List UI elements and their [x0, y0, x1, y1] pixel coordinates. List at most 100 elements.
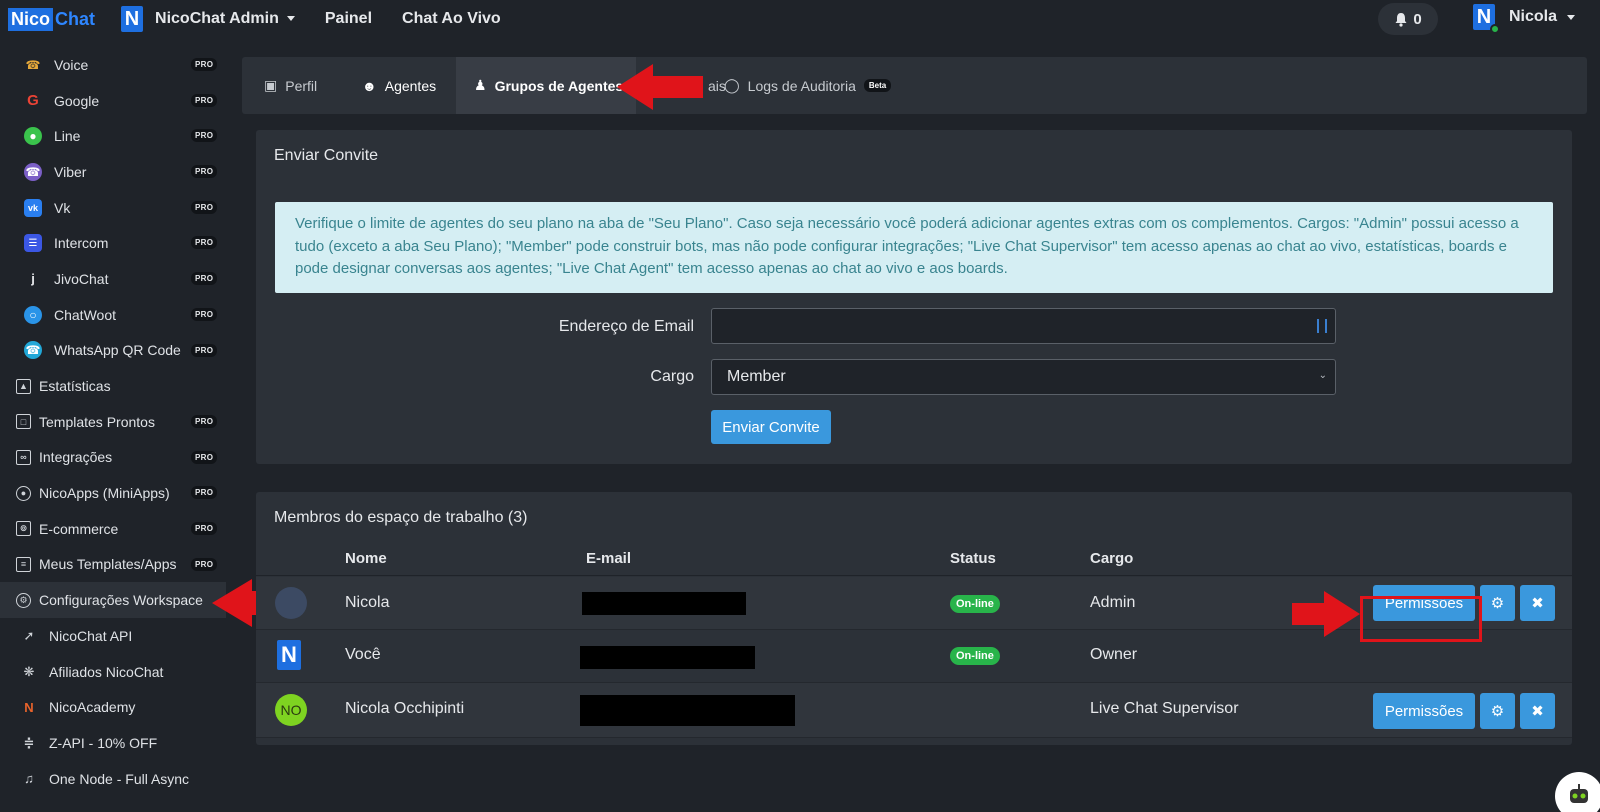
- email-field[interactable]: [711, 308, 1336, 344]
- sidebar-item-jivochat[interactable]: j JivoChat PRO: [0, 261, 228, 297]
- pro-badge: PRO: [191, 557, 218, 571]
- sidebar-item-nicochat-api[interactable]: ➚ NicoChat API: [0, 618, 228, 654]
- cart-icon: ⊚: [16, 521, 31, 537]
- sidebar-item-zapi[interactable]: ≑ Z-API - 10% OFF: [0, 725, 228, 761]
- viber-icon: ☎: [24, 162, 42, 181]
- sidebar-item-nicoapps[interactable]: ● NicoApps (MiniApps) PRO: [0, 475, 228, 511]
- nav-chat-ao-vivo[interactable]: Chat Ao Vivo: [402, 10, 501, 28]
- vk-icon: vk: [24, 198, 42, 217]
- close-icon: ✖: [1531, 703, 1544, 720]
- pro-badge: PRO: [191, 200, 218, 214]
- sidebar-item-label: Line: [54, 128, 81, 145]
- sidebar-item-chatwoot[interactable]: ○ ChatWoot PRO: [0, 297, 228, 333]
- sidebar-item-ecommerce[interactable]: ⊚ E-commerce PRO: [0, 511, 228, 547]
- google-icon: G: [27, 92, 39, 110]
- logo-part1: Nico: [8, 7, 54, 31]
- notifications-count: 0: [1413, 10, 1422, 28]
- user-icon: ●: [16, 485, 31, 501]
- sidebar-item-one-node[interactable]: ♫ One Node - Full Async: [0, 761, 228, 797]
- permissions-button[interactable]: Permissões: [1373, 693, 1475, 729]
- table-row: NO Nicola Occhipinti Live Chat Superviso…: [256, 683, 1572, 738]
- sidebar-item-label: Integrações: [39, 449, 113, 466]
- beta-badge: Beta: [863, 79, 892, 92]
- invite-panel: Enviar Convite Verifique o limite de age…: [256, 130, 1572, 464]
- status-badge: On-line: [950, 647, 1000, 665]
- chevron-down-icon: [1567, 14, 1576, 20]
- user-menu[interactable]: N Nicola: [1473, 4, 1576, 34]
- sidebar-item-label: ChatWoot: [54, 306, 116, 323]
- sidebar-item-intercom[interactable]: ☰ Intercom PRO: [0, 225, 228, 261]
- invite-title: Enviar Convite: [274, 147, 379, 164]
- members-title: Membros do espaço de trabalho (3): [274, 509, 528, 526]
- close-icon: ✖: [1531, 595, 1544, 612]
- sidebar-item-afiliados[interactable]: ❋ Afiliados NicoChat: [0, 654, 228, 690]
- whatsapp-icon: ☎: [24, 341, 42, 360]
- sidebar-item-google[interactable]: G Google PRO: [0, 83, 228, 119]
- workspace-switcher[interactable]: NicoChat Admin: [155, 10, 295, 28]
- remove-member-button[interactable]: ✖: [1520, 693, 1555, 729]
- sidebar-item-whatsapp-qr[interactable]: ☎ WhatsApp QR Code PRO: [0, 333, 228, 369]
- pro-badge: PRO: [191, 307, 218, 321]
- tab-grupos-de-agentes[interactable]: ♟ Grupos de Agentes: [456, 57, 636, 114]
- sidebar-item-integracoes[interactable]: ∞ Integrações PRO: [0, 440, 228, 476]
- settings-tabs: ▣ Perfil ☻ Agentes ♟ Grupos de Agentes ais …: [242, 57, 1587, 114]
- chatbot-widget-button[interactable]: [1555, 772, 1600, 812]
- sidebar-item-line[interactable]: ● Line PRO: [0, 118, 228, 154]
- sidebar-item-nicoacademy[interactable]: N NicoAcademy: [0, 689, 228, 725]
- member-role: Live Chat Supervisor: [1090, 700, 1239, 717]
- tab-perfil[interactable]: ▣ Perfil: [242, 57, 342, 114]
- sidebar: ☎ Voice PRO G Google PRO ● Line PRO ☎ Viber PRO …: [0, 47, 228, 796]
- zapi-icon: ≑: [23, 734, 35, 750]
- member-role: Owner: [1090, 646, 1138, 663]
- email-label: Endereço de Email: [558, 318, 694, 335]
- send-invite-button[interactable]: Enviar Convite: [711, 410, 831, 444]
- pro-badge: PRO: [191, 129, 218, 143]
- tab-label: Agentes: [384, 77, 437, 94]
- sidebar-item-templates-prontos[interactable]: □ Templates Prontos PRO: [0, 404, 228, 440]
- tab-label: Perfil: [285, 77, 318, 94]
- jivochat-icon: j: [31, 271, 35, 287]
- pro-badge: PRO: [191, 236, 218, 250]
- column-header-role: Cargo: [1090, 550, 1134, 567]
- sidebar-item-label: Vk: [54, 199, 71, 216]
- tab-agentes[interactable]: ☻ Agentes: [342, 57, 456, 114]
- sidebar-item-estatisticas[interactable]: ▲ Estatísticas: [0, 368, 228, 404]
- node-icon: ♫: [24, 771, 34, 787]
- pro-badge: PRO: [191, 165, 218, 179]
- gear-icon: ⚙: [16, 592, 31, 608]
- tab-logs-de-auditoria[interactable]: ◯ Logs de Auditoria Beta: [724, 57, 892, 114]
- settings-button[interactable]: ⚙: [1480, 693, 1515, 729]
- sidebar-item-voice[interactable]: ☎ Voice PRO: [0, 47, 228, 83]
- settings-button[interactable]: ⚙: [1480, 585, 1515, 621]
- member-name: Você: [345, 646, 381, 663]
- affiliates-icon: ❋: [23, 663, 35, 679]
- sidebar-item-label: One Node - Full Async: [49, 770, 190, 787]
- nav-painel[interactable]: Painel: [325, 10, 372, 28]
- top-navbar: Nico Chat N NicoChat Admin Painel Chat Ao…: [0, 0, 1600, 38]
- notifications-button[interactable]: 0: [1378, 3, 1438, 35]
- plan-info-alert: Verifique o limite de agentes do seu pla…: [275, 202, 1553, 293]
- sidebar-item-label: E-commerce: [39, 520, 119, 537]
- sidebar-item-configuracoes-workspace[interactable]: ⚙ Configurações Workspace: [0, 582, 226, 618]
- status-badge: On-line: [950, 595, 1000, 613]
- pro-badge: PRO: [191, 58, 218, 71]
- sidebar-item-viber[interactable]: ☎ Viber PRO: [0, 154, 228, 190]
- sidebar-item-vk[interactable]: vk Vk PRO: [0, 190, 228, 226]
- nicochat-logo[interactable]: Nico Chat: [8, 7, 95, 31]
- sidebar-item-label: Configurações Workspace: [39, 592, 203, 609]
- gear-icon: ⚙: [1490, 595, 1505, 612]
- role-select[interactable]: Member ⌄: [711, 359, 1336, 395]
- templates-icon: □: [16, 414, 31, 430]
- online-dot: [1490, 24, 1500, 34]
- sidebar-item-label: NicoChat API: [49, 627, 133, 644]
- role-label: Cargo: [650, 368, 694, 385]
- robot-icon: [1570, 784, 1588, 803]
- sidebar-item-label: Templates Prontos: [39, 413, 155, 430]
- sidebar-item-meus-templates[interactable]: ≡ Meus Templates/Apps PRO: [0, 547, 228, 583]
- password-manager-icon[interactable]: [1317, 319, 1327, 333]
- gear-icon: ⚙: [1490, 703, 1505, 720]
- pro-badge: PRO: [191, 272, 218, 286]
- academy-icon: N: [24, 699, 34, 715]
- sidebar-item-label: Meus Templates/Apps: [39, 556, 177, 573]
- remove-member-button[interactable]: ✖: [1520, 585, 1555, 621]
